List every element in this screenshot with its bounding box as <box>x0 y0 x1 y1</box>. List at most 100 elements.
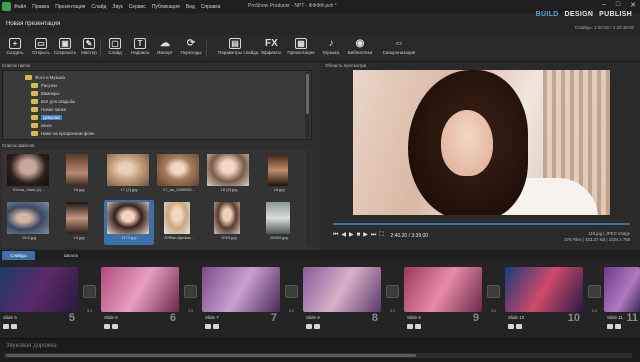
file-thumbnail[interactable]: 2003.jpg <box>204 200 254 245</box>
timeline-slide[interactable]: Slide 7 7 <box>202 267 280 333</box>
layers-icon <box>314 324 320 329</box>
tree-item[interactable]: Всё для свадьбы <box>31 98 75 104</box>
menu-tools[interactable]: Сервис <box>126 4 149 10</box>
tab-slides[interactable]: Слайды <box>2 251 35 260</box>
timeline-scrollbar[interactable] <box>4 353 632 358</box>
music-button[interactable]: ♪ Музыка <box>318 36 344 61</box>
transition-icon[interactable] <box>83 285 96 298</box>
slide-options-label: Параметры слайда <box>218 50 259 55</box>
stop-icon[interactable]: ■ <box>357 232 361 239</box>
wizard-button[interactable]: ✎ Мастер <box>76 36 102 61</box>
presentation-button[interactable]: ▦ Презентация <box>286 36 316 61</box>
timeline-scroll-thumb[interactable] <box>6 354 416 357</box>
fullscreen-icon[interactable]: ⛶ <box>379 232 383 239</box>
file-thumbnail[interactable]: 18.jpg <box>254 152 304 197</box>
file-list-panel: Список файлов Юлия_Чаев (1)... 16.jpg 17… <box>0 142 320 250</box>
file-thumbnail[interactable]: 19.6.jpg <box>4 200 54 245</box>
timeline-slide[interactable]: Slide 8 8 <box>303 267 381 333</box>
transition-icon[interactable] <box>386 285 399 298</box>
tree-item[interactable]: Фото и Музыка <box>25 74 65 80</box>
file-thumbnail[interactable]: 90099.jpg <box>254 200 304 245</box>
time-readout: 2:40.20 / 3:39.00 <box>390 232 429 239</box>
slide-thumbnail <box>604 267 640 312</box>
captions-label: Надписи <box>130 50 150 55</box>
slide-icon: ▢ <box>109 38 121 49</box>
timeline-slide[interactable]: Slide 11 11 <box>604 267 640 333</box>
file-thumbnail-selected[interactable]: 1173.jpg <box>104 200 154 245</box>
sync-label: Синхронизация <box>382 50 416 55</box>
menu-publish[interactable]: Публикация <box>149 4 183 10</box>
music-label: Музыка <box>323 50 339 55</box>
create-button[interactable]: + Создать <box>2 36 28 61</box>
file-thumbnail[interactable]: 19.jpg <box>54 200 104 245</box>
file-list: Юлия_Чаев (1)... 16.jpg 17 (2).jpg 17_аа… <box>2 150 312 248</box>
file-list-header: Список файлов <box>2 143 35 148</box>
menu-presentation[interactable]: Презентация <box>52 4 88 10</box>
audio-track[interactable]: Звуковая дорожка <box>0 338 640 362</box>
forward-icon[interactable]: ▶ <box>363 232 368 239</box>
save-button[interactable]: ▣ Сохранить <box>52 36 78 61</box>
file-thumbnail[interactable]: 18 (2).jpg <box>204 152 254 197</box>
slide-icons <box>205 324 219 329</box>
thumbnail-image <box>164 202 190 234</box>
import-button[interactable]: ☁ Импорт <box>152 36 178 61</box>
slide-thumbnail <box>101 267 179 312</box>
tree-item[interactable]: книги <box>31 122 52 128</box>
captions-button[interactable]: T Надписи <box>127 36 153 61</box>
project-title: Новая презентация <box>6 21 61 27</box>
library-button[interactable]: ◉ Библиотека <box>345 36 375 61</box>
transition-icon[interactable] <box>285 285 298 298</box>
file-thumbnail[interactable]: 16.jpg <box>54 152 104 197</box>
tree-scrollbar[interactable] <box>305 72 310 138</box>
close-button[interactable]: ✕ <box>630 1 636 9</box>
presentation-label: Презентация <box>287 50 315 55</box>
slide-options-button[interactable]: ▤ Параметры слайда <box>218 36 259 61</box>
menu-edit[interactable]: Правка <box>29 4 52 10</box>
tree-scroll-thumb[interactable] <box>306 74 309 114</box>
menu-view[interactable]: Вид <box>183 4 198 10</box>
app-logo-icon <box>2 2 11 11</box>
timeline-slide[interactable]: Slide 10 10 <box>505 267 583 333</box>
skip-start-icon[interactable]: ⏮ <box>333 232 338 239</box>
timeline-slide[interactable]: Slide 9 9 <box>404 267 482 333</box>
transition-duration: 3.0 <box>389 308 396 313</box>
toolbar-separator <box>206 41 207 57</box>
transitions-button[interactable]: ⟳ Переходы <box>178 36 204 61</box>
transition-duration: 3.0 <box>288 308 295 313</box>
file-list-scrollbar[interactable] <box>306 151 311 247</box>
slide-timeline: Slide 5 5 3.0 Slide 6 6 3.0 Slide 7 7 3.… <box>0 260 640 338</box>
minimize-button[interactable]: – <box>602 1 606 9</box>
camera-icon <box>205 324 211 329</box>
effects-button[interactable]: FX Эффекты <box>258 36 284 61</box>
tab-publish[interactable]: PUBLISH <box>599 11 632 18</box>
tree-item[interactable]: Вампиры <box>31 90 59 96</box>
tree-item[interactable]: Ниже на прозрачном фоне <box>31 130 94 136</box>
menu-file[interactable]: Файл <box>11 4 29 10</box>
open-button[interactable]: ▭ Открыть <box>28 36 54 61</box>
sync-button[interactable]: ⇔ Синхронизация <box>382 36 416 61</box>
skip-end-icon[interactable]: ⏭ <box>371 232 376 239</box>
slide-button[interactable]: ▢ Слайд <box>102 36 128 61</box>
tree-item[interactable]: Рисунок <box>31 82 57 88</box>
file-thumbnail[interactable]: 17_аа_0380050... <box>154 152 204 197</box>
menu-audio[interactable]: Звук <box>109 4 125 10</box>
transition-icon[interactable] <box>184 285 197 298</box>
tree-item[interactable]: Новая папка <box>31 106 66 112</box>
maximize-button[interactable]: □ <box>616 1 620 9</box>
file-thumbnail[interactable]: Юлия_Чаев (1)... <box>4 152 54 197</box>
tree-item-selected[interactable]: девушки <box>31 114 62 120</box>
timeline-slide[interactable]: Slide 6 6 <box>101 267 179 333</box>
menu-help[interactable]: Справка <box>198 4 224 10</box>
play-icon[interactable]: ▶ <box>349 232 354 239</box>
tab-timeline[interactable]: Шкала <box>56 251 86 260</box>
tab-build[interactable]: BUILD <box>536 11 559 18</box>
tab-design[interactable]: DESIGN <box>565 11 594 18</box>
transition-icon[interactable] <box>588 285 601 298</box>
menu-slide[interactable]: Слайд <box>88 4 109 10</box>
file-thumbnail[interactable]: 20f9ab.Ajedaw... <box>154 200 204 245</box>
playback-progress-bar[interactable] <box>333 223 630 225</box>
timeline-slide[interactable]: Slide 5 5 <box>0 267 78 333</box>
rewind-icon[interactable]: ◀ <box>341 232 346 239</box>
file-thumbnail[interactable]: 17 (2).jpg <box>104 152 154 197</box>
transition-icon[interactable] <box>487 285 500 298</box>
